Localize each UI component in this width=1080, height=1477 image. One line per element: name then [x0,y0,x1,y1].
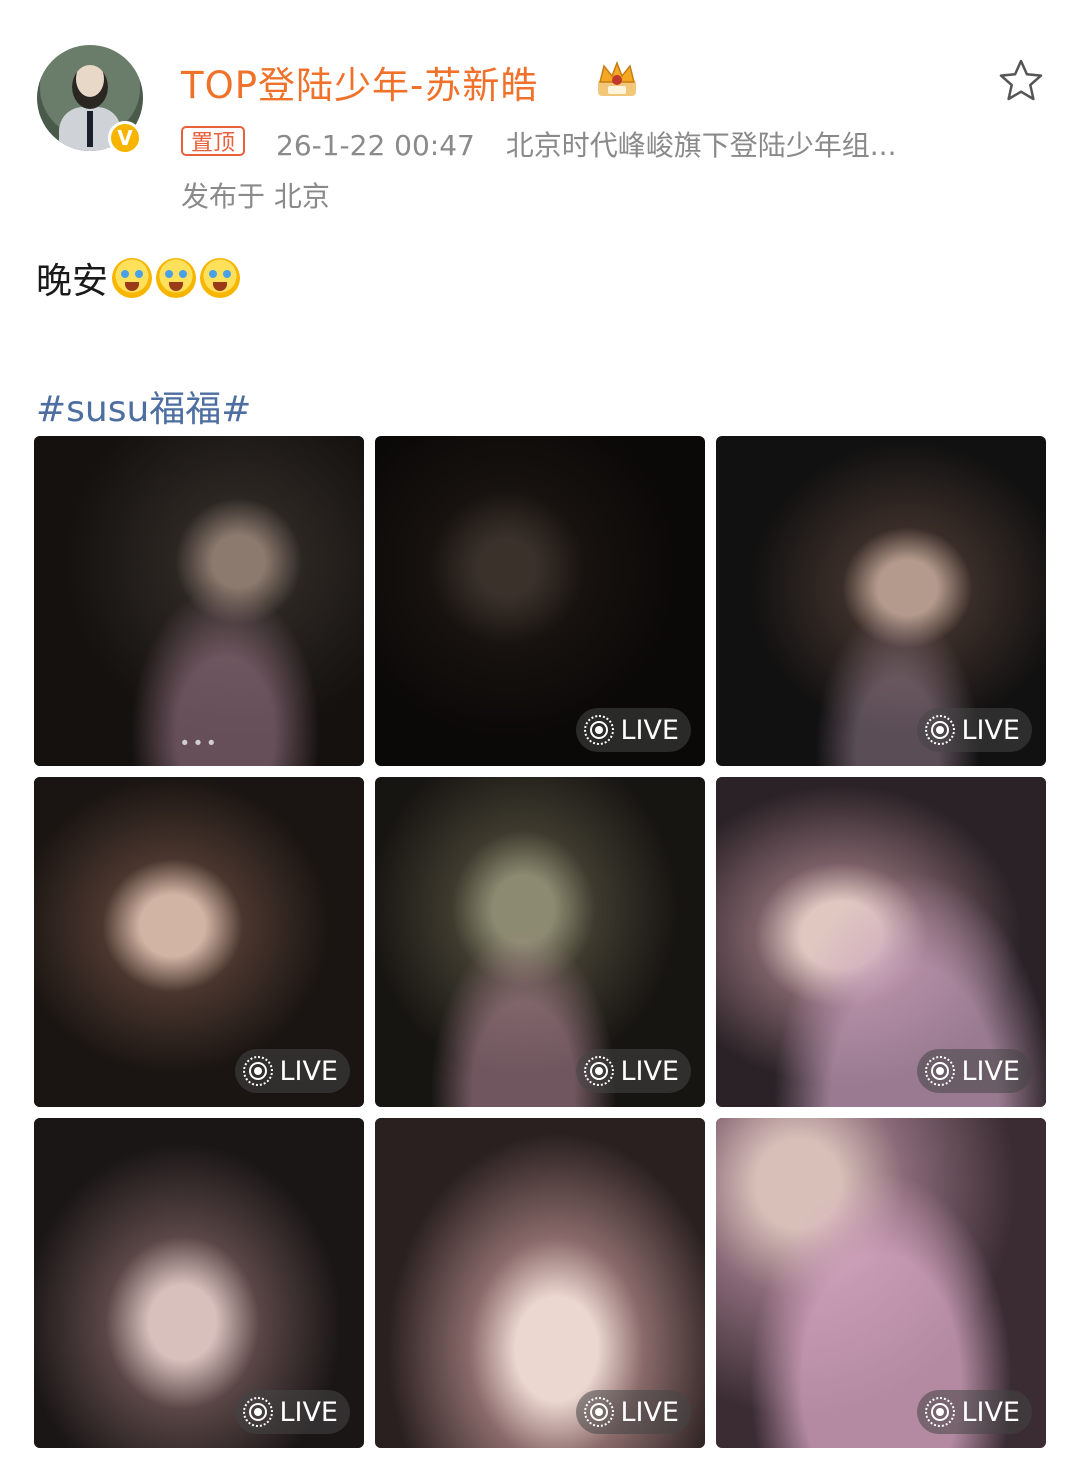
live-badge[interactable]: LIVE [917,708,1032,752]
favorite-star-icon[interactable] [996,56,1046,106]
live-photo-icon [925,1397,956,1427]
photo-9[interactable]: LIVE [716,1118,1046,1448]
live-photo-icon [243,1056,274,1086]
live-photo-icon [925,715,956,745]
hashtag-link[interactable]: #susu福福# [36,380,251,432]
post-timestamp: 26-1-22 00:47 [276,129,475,162]
live-badge[interactable]: LIVE [576,1049,691,1093]
live-photo-icon [925,1056,956,1086]
emoji-icon [156,258,197,298]
photo-7[interactable]: LIVE [34,1118,364,1448]
live-label: LIVE [620,1055,679,1087]
live-badge[interactable]: LIVE [235,1390,350,1434]
live-photo-icon [243,1397,274,1427]
photo-5[interactable]: LIVE [375,777,705,1107]
live-label: LIVE [279,1055,338,1087]
live-label: LIVE [961,714,1020,746]
crown-badge-icon [598,60,636,96]
post-source[interactable]: 北京时代峰峻旗下登陆少年组... [506,129,897,162]
photo-6[interactable]: LIVE [716,777,1046,1107]
post-location: 发布于 北京 [181,180,330,213]
live-label: LIVE [620,714,679,746]
photo-4[interactable]: LIVE [34,777,364,1107]
verified-badge-icon: V [108,121,142,155]
live-label: LIVE [961,1055,1020,1087]
post-text: 晚安 [36,252,241,304]
post-meta: 26-1-22 00:47 北京时代峰峻旗下登陆少年组... [276,124,918,164]
live-label: LIVE [961,1396,1020,1428]
photo-3[interactable]: LIVE [716,436,1046,766]
photo-2[interactable]: LIVE [375,436,705,766]
avatar-head [72,65,108,109]
live-badge[interactable]: LIVE [235,1049,350,1093]
live-badge[interactable]: LIVE [576,708,691,752]
emoji-icon [200,258,241,298]
live-badge[interactable]: LIVE [917,1390,1032,1434]
live-photo-icon [584,715,615,745]
photo-8[interactable]: LIVE [375,1118,705,1448]
live-badge[interactable]: LIVE [917,1049,1032,1093]
photo-grid: ∙∙∙ LIVE LIVE LIVE LIVE LIVE LIVE LIVE L… [34,436,1046,1448]
photo-1[interactable]: ∙∙∙ [34,436,364,766]
live-photo-icon [584,1397,615,1427]
photo-shade [34,436,364,766]
live-label: LIVE [279,1396,338,1428]
avatar-tie [87,111,93,147]
live-label: LIVE [620,1396,679,1428]
live-photo-icon [584,1056,615,1086]
author-name[interactable]: TOP登陆少年-苏新皓 [181,55,538,109]
post-text-content: 晚安 [36,261,109,302]
loading-indicator: ∙∙∙ [179,732,219,753]
emoji-icon [112,258,153,298]
live-badge[interactable]: LIVE [576,1390,691,1434]
pinned-badge: 置顶 [181,126,246,156]
